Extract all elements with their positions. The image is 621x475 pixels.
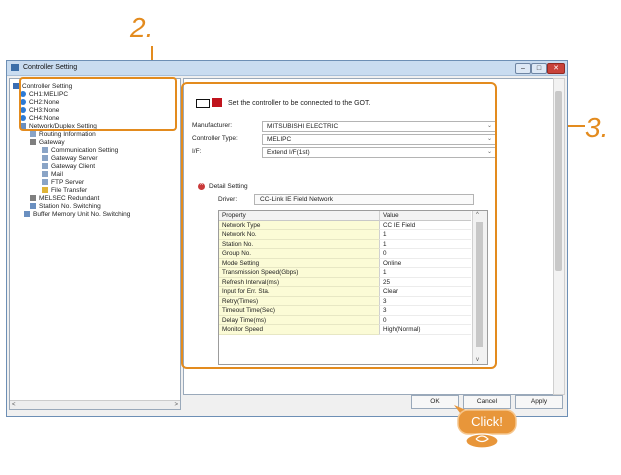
tree-highlight-frame bbox=[19, 77, 177, 131]
tree-item-label: Routing Information bbox=[39, 131, 96, 138]
tree-horizontal-scrollbar[interactable]: < > bbox=[10, 400, 180, 409]
tree-item-label: File Transfer bbox=[51, 187, 88, 194]
apply-button[interactable]: Apply bbox=[515, 395, 563, 409]
tree-item-label: Gateway Client bbox=[51, 163, 96, 170]
tree-item-label: MELSEC Redundant bbox=[39, 195, 100, 202]
tree-item-label: Buffer Memory Unit No. Switching bbox=[33, 211, 131, 218]
step-3-callout: 3. bbox=[585, 112, 609, 143]
window-title: Controller Setting bbox=[23, 64, 78, 71]
click-hint-text: Click! bbox=[471, 414, 503, 429]
tree-item-label: Communication Setting bbox=[51, 147, 119, 154]
scroll-right-icon[interactable]: > bbox=[174, 401, 178, 409]
gateway-icon bbox=[30, 139, 36, 146]
gateway-server-icon bbox=[42, 155, 48, 162]
tree-item-label: Gateway bbox=[39, 139, 65, 146]
title-bar[interactable]: Controller Setting – □ ✕ bbox=[7, 61, 567, 76]
ftp-server-icon bbox=[42, 179, 48, 186]
communication-icon bbox=[42, 147, 48, 154]
routing-icon bbox=[30, 131, 36, 138]
click-hint-bubble: Click! bbox=[454, 405, 517, 449]
step-2-callout: 2. bbox=[130, 12, 154, 43]
tree-item-buffer-memory[interactable]: Buffer Memory Unit No. Switching bbox=[24, 210, 130, 219]
panel-vertical-scrollbar[interactable] bbox=[553, 78, 565, 395]
tree-item-label: Mail bbox=[51, 171, 63, 178]
tree-item-label: FTP Server bbox=[51, 179, 85, 186]
close-button[interactable]: ✕ bbox=[547, 63, 565, 74]
minimize-button[interactable]: – bbox=[515, 63, 531, 74]
maximize-button[interactable]: □ bbox=[531, 63, 547, 74]
tree-item-label: Station No. Switching bbox=[39, 203, 101, 210]
redundant-icon bbox=[30, 195, 36, 202]
station-switch-icon bbox=[30, 203, 36, 210]
tree-item-label: Gateway Server bbox=[51, 155, 98, 162]
buffer-memory-icon bbox=[24, 211, 30, 218]
scroll-left-icon[interactable]: < bbox=[12, 401, 16, 409]
app-icon bbox=[11, 64, 19, 71]
mail-icon bbox=[42, 171, 48, 178]
panel-highlight-frame bbox=[181, 82, 497, 369]
gateway-client-icon bbox=[42, 163, 48, 170]
panel-scroll-thumb[interactable] bbox=[555, 91, 562, 271]
file-transfer-icon bbox=[42, 187, 48, 194]
